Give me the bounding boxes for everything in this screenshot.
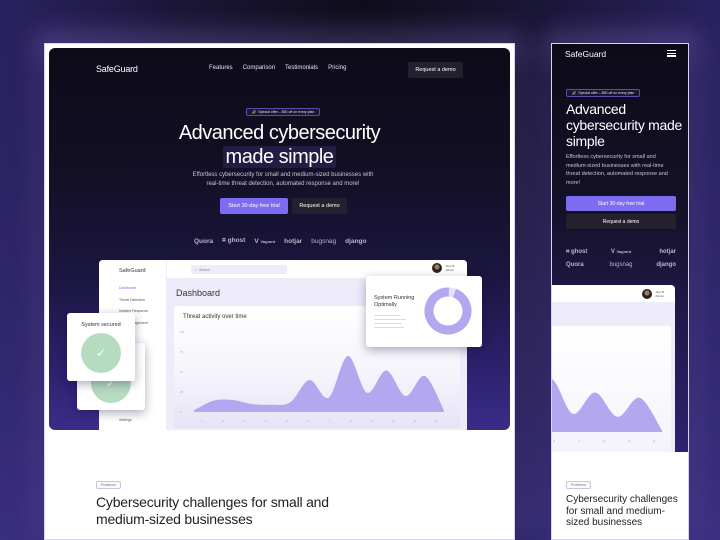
x-tick-label: 5 — [286, 420, 288, 423]
x-tick-label: 9 — [371, 420, 373, 423]
x-tick-label: 9 — [579, 440, 581, 443]
x-tick-label: 11 — [413, 420, 416, 423]
section-tag: Problems — [96, 481, 121, 489]
quora-logo: Quora — [194, 237, 214, 245]
mobile-section-title: Cybersecurity challenges for small and m… — [566, 494, 678, 528]
menu-item-dashboard[interactable]: Dashboard — [119, 286, 148, 290]
nav-link-features[interactable]: Features — [209, 65, 233, 71]
mobile-chart-card: 123456789101112 — [552, 326, 671, 452]
section-title: Cybersecurity challenges for small and m… — [96, 494, 329, 527]
y-tick-label: 0 — [180, 411, 182, 414]
x-tick-label: 8 — [554, 440, 556, 443]
hero-subtitle: Effortless cybersecurity for small and m… — [192, 172, 374, 187]
dashboard-title: Dashboard — [176, 288, 221, 298]
menu-item-threat-detection[interactable]: Threat Detection — [119, 298, 148, 302]
search-icon: ⌕ — [195, 267, 197, 272]
x-tick-label: 2 — [223, 420, 225, 423]
nav-links: Features Comparison Testimonials Pricing — [209, 65, 346, 71]
logo[interactable]: SafeGuard — [96, 64, 138, 74]
request-demo-button[interactable]: Request a demo — [408, 62, 463, 78]
text-line — [374, 327, 404, 328]
status-donut-chart — [424, 287, 472, 335]
mobile-system-secured-label: System secured — [81, 322, 121, 328]
mobile-client-logos: ⌗ ghost V Vagrant hotjar Quora bugsnag d… — [566, 249, 676, 268]
avatar — [432, 263, 443, 273]
donut-value-arc — [424, 287, 472, 335]
x-tick-label: 1 — [201, 420, 203, 423]
hero-title: Advanced cybersecurity made simple — [49, 121, 510, 169]
django-logo: django — [656, 262, 676, 268]
x-tick-label: 7 — [329, 420, 331, 423]
mobile-preview: SafeGuard 🎉 Special offer – $50 off on e… — [551, 43, 689, 540]
mobile-offer-badge-text: Special offer – $50 off on every plan — [578, 91, 635, 95]
navbar: SafeGuard Features Comparison Testimonia… — [49, 62, 510, 80]
user-role: Admin — [655, 294, 664, 298]
y-tick-label: 75 — [180, 351, 183, 354]
ghost-logo: ⌗ ghost — [566, 249, 588, 255]
x-tick-label: 3 — [244, 420, 246, 423]
system-running-label: System Running Optimally — [374, 295, 415, 308]
hamburger-menu-icon[interactable] — [667, 50, 676, 57]
mobile-hero-title: Advanced cybersecurity made simple — [566, 101, 682, 149]
menu-item-settings[interactable]: Settings — [119, 418, 132, 422]
mobile-threat-activity-chart: 123456789101112 — [552, 379, 662, 443]
text-line — [374, 315, 400, 316]
nav-link-pricing[interactable]: Pricing — [328, 65, 346, 71]
quora-logo: Quora — [566, 262, 584, 268]
system-running-card: System Running Optimally — [366, 276, 482, 347]
hotjar-logo: hotjar — [659, 249, 676, 255]
mobile-user-menu[interactable]: Alex B. Admin — [642, 289, 665, 299]
ghost-logo: ⌗ ghost — [222, 237, 246, 244]
offer-badge-text: Special offer – $50 off on every plan — [258, 110, 315, 114]
search-placeholder: Search — [198, 267, 211, 272]
nav-link-testimonials[interactable]: Testimonials — [285, 65, 318, 71]
django-logo: django — [345, 237, 367, 245]
mobile-hero-section: SafeGuard 🎉 Special offer – $50 off on e… — [552, 44, 688, 452]
start-trial-button[interactable]: Start 30-day free trial — [220, 198, 288, 214]
offer-badge[interactable]: 🎉 Special offer – $50 off on every plan — [246, 108, 321, 116]
hotjar-logo: hotjar — [284, 237, 303, 245]
x-tick-label: 11 — [628, 440, 631, 443]
x-tick-label: 12 — [653, 440, 656, 443]
text-line — [374, 323, 402, 324]
hero-title-line2: made simple — [222, 146, 337, 168]
y-tick-label: 25 — [180, 391, 183, 394]
text-line — [374, 319, 406, 320]
x-tick-label: 10 — [392, 420, 395, 423]
vagrant-logo: V Vagrant — [254, 237, 276, 245]
threat-activity-area — [552, 379, 662, 432]
hero-title-line1: Advanced cybersecurity — [178, 122, 381, 144]
bugsnag-logo: bugsnag — [609, 262, 633, 268]
hero-request-demo-button[interactable]: Request a demo — [292, 198, 347, 214]
x-tick-label: 12 — [435, 420, 438, 423]
x-tick-label: 6 — [308, 420, 310, 423]
mobile-section-tag: Problems — [566, 481, 591, 489]
x-tick-label: 8 — [350, 420, 352, 423]
avatar — [642, 289, 653, 299]
dashboard-logo: SafeGuard — [119, 268, 146, 274]
mobile-logo[interactable]: SafeGuard — [565, 49, 606, 59]
mobile-offer-badge[interactable]: 🎉 Special offer – $50 off on every plan — [566, 89, 641, 97]
x-tick-label: 10 — [603, 440, 606, 443]
party-popper-icon: 🎉 — [252, 110, 257, 114]
client-logos: Quora ⌗ ghost V Vagrant hotjar bugsnag d… — [194, 237, 366, 245]
vagrant-logo: V Vagrant — [610, 249, 632, 255]
search-input[interactable]: ⌕ Search — [191, 265, 287, 274]
party-popper-icon: 🎉 — [572, 91, 577, 95]
mobile-start-trial-button[interactable]: Start 30-day free trial — [566, 196, 676, 211]
user-role: Admin — [445, 268, 454, 272]
mobile-system-secured-card: System secured ✓ — [67, 313, 135, 381]
mobile-dashboard-mockup: Alex B. Admin 123456789101112 — [552, 285, 675, 452]
y-tick-label: 50 — [180, 371, 183, 374]
chart-title: Threat activity over time — [183, 314, 247, 320]
threat-activity-area — [194, 355, 444, 412]
x-tick-label: 4 — [265, 420, 267, 423]
y-tick-label: 100 — [180, 331, 185, 334]
mobile-request-demo-button[interactable]: Request a demo — [566, 214, 676, 229]
nav-link-comparison[interactable]: Comparison — [243, 65, 275, 71]
mobile-hero-subtitle: Effortless cybersecurity for small and m… — [566, 154, 668, 186]
user-menu[interactable]: Alex B. Admin — [432, 263, 455, 273]
bugsnag-logo: bugsnag — [311, 237, 337, 245]
checkmark-icon: ✓ — [81, 333, 121, 373]
